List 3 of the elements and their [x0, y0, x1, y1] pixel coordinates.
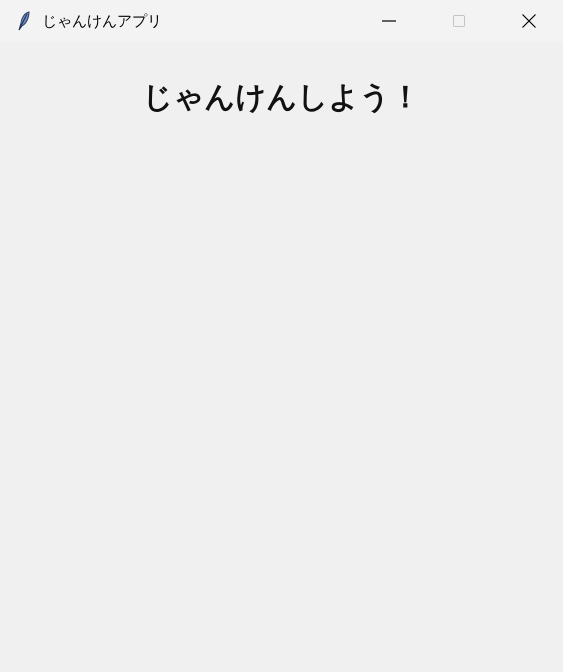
feather-icon: [16, 11, 30, 31]
window-title: じゃんけんアプリ: [42, 12, 162, 30]
heading: じゃんけんしよう！: [142, 79, 420, 117]
